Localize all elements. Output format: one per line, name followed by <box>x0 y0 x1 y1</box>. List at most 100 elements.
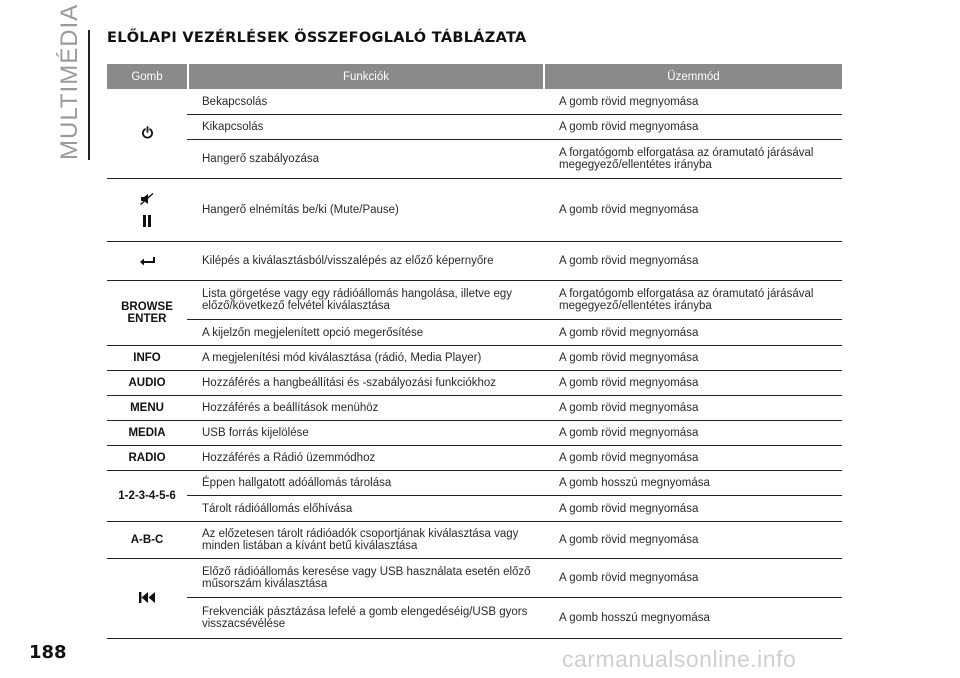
function-cell: Frekvenciák pásztázása lefelé a gomb ele… <box>202 606 528 630</box>
table-row: Hangerő szabályozása A forgatógomb elforg… <box>187 140 842 178</box>
table-group: Hangerő elnémítás be/ki (Mute/Pause) A go… <box>107 179 842 242</box>
function-cell: A kijelzőn megjelenített opció megerősít… <box>202 326 424 339</box>
table-row: Éppen hallgatott adóállomás tárolása A go… <box>187 471 842 496</box>
function-cell: Hangerő elnémítás be/ki (Mute/Pause) <box>202 204 399 216</box>
function-cell: Hozzáférés a beállítások menühöz <box>202 402 379 414</box>
mode-cell: A gomb hosszú megnyomása <box>559 477 710 489</box>
mode-cell: A gomb hosszú megnyomása <box>559 612 710 624</box>
table-row: Frekvenciák pásztázása lefelé a gomb ele… <box>187 598 842 638</box>
mode-cell: A gomb rövid megnyomása <box>559 572 699 584</box>
table-row: A kijelzőn megjelenített opció megerősít… <box>187 320 842 345</box>
group-rows: A megjelenítési mód kiválasztása (rádió,… <box>187 346 842 370</box>
function-cell: Hangerő szabályozása <box>202 153 319 165</box>
mode-cell: A gomb rövid megnyomása <box>559 402 699 414</box>
group-rows: Éppen hallgatott adóállomás tárolása A go… <box>187 471 842 521</box>
table-row: USB forrás kijelölése A gomb rövid megnyo… <box>187 421 842 445</box>
skip-back-icon <box>139 591 155 606</box>
mode-cell: A gomb rövid megnyomása <box>559 534 699 546</box>
table-row: Lista görgetése vagy egy rádióállomás ha… <box>187 281 842 320</box>
section-divider <box>88 30 90 160</box>
button-cell <box>107 242 187 280</box>
group-rows: Kilépés a kiválasztásból/visszalépés az … <box>187 242 842 280</box>
mode-cell: A forgatógomb elforgatása az óramutató j… <box>559 288 814 312</box>
function-cell: Tárolt rádióállomás előhívása <box>202 502 353 515</box>
button-label: MEDIA <box>128 427 166 439</box>
button-label: BROWSE ENTER <box>121 301 173 325</box>
function-cell: Kikapcsolás <box>202 121 264 133</box>
function-cell: USB forrás kijelölése <box>202 427 309 439</box>
mode-cell: A gomb rövid megnyomása <box>559 326 699 339</box>
function-cell: Hozzáférés a Rádió üzemmódhoz <box>202 452 376 464</box>
group-rows: Az előzetesen tárolt rádióadók csoportjá… <box>187 522 842 558</box>
group-rows: Hozzáférés a Rádió üzemmódhoz A gomb rövi… <box>187 446 842 470</box>
table-group: A-B-C Az előzetesen tárolt rádióadók csop… <box>107 522 842 559</box>
mode-cell: A gomb rövid megnyomása <box>559 204 699 216</box>
table-row: Hozzáférés a Rádió üzemmódhoz A gomb rövi… <box>187 446 842 470</box>
function-cell: A megjelenítési mód kiválasztása (rádió,… <box>202 352 482 364</box>
table-row: Hangerő elnémítás be/ki (Mute/Pause) A go… <box>187 179 842 241</box>
table-row: Hozzáférés a hangbeállítási és -szabályo… <box>187 371 842 395</box>
group-rows: Lista görgetése vagy egy rádióállomás ha… <box>187 281 842 345</box>
mode-cell: A forgatógomb elforgatása az óramutató j… <box>559 147 814 171</box>
table-group: AUDIO Hozzáférés a hangbeállítási és -sza… <box>107 371 842 396</box>
table-group: 1-2-3-4-5-6 Éppen hallgatott adóállomás t… <box>107 471 842 522</box>
mode-cell: A gomb rövid megnyomása <box>559 502 699 515</box>
table-row: Bekapcsolás A gomb rövid megnyomása <box>187 89 842 115</box>
group-rows: Hozzáférés a beállítások menühöz A gomb r… <box>187 396 842 420</box>
group-rows: Bekapcsolás A gomb rövid megnyomása Kikapc… <box>187 89 842 178</box>
button-label: AUDIO <box>128 377 166 389</box>
function-cell: Éppen hallgatott adóállomás tárolása <box>202 477 392 489</box>
mode-cell: A gomb rövid megnyomása <box>559 427 699 439</box>
table-row: Hozzáférés a beállítások menühöz A gomb r… <box>187 396 842 420</box>
button-label: A-B-C <box>130 534 164 546</box>
mute-pause-icon <box>140 193 154 227</box>
table-row: Kikapcsolás A gomb rövid megnyomása <box>187 115 842 140</box>
table-row: A megjelenítési mód kiválasztása (rádió,… <box>187 346 842 370</box>
table-header: Gomb Funkciók Üzemmód <box>107 64 842 89</box>
table-group: INFO A megjelenítési mód kiválasztása (rá… <box>107 346 842 371</box>
button-label: MENU <box>130 402 164 414</box>
group-rows: Hangerő elnémítás be/ki (Mute/Pause) A go… <box>187 179 842 241</box>
button-cell <box>107 89 187 178</box>
watermark: carmanualsonline.info <box>562 646 797 672</box>
mode-cell: A gomb rövid megnyomása <box>559 352 699 364</box>
function-cell: Az előzetesen tárolt rádióadók csoportjá… <box>202 528 519 552</box>
table-row: Az előzetesen tárolt rádióadók csoportjá… <box>187 522 842 558</box>
function-cell: Bekapcsolás <box>202 95 268 108</box>
group-rows: USB forrás kijelölése A gomb rövid megnyo… <box>187 421 842 445</box>
function-cell: Előző rádióállomás keresése vagy USB has… <box>202 566 531 590</box>
table-group: RADIO Hozzáférés a Rádió üzemmódhoz A gomb… <box>107 446 842 471</box>
section-label: MULTIMÉDIA <box>56 3 83 160</box>
table-group: MENU Hozzáférés a beállítások menühöz A go… <box>107 396 842 421</box>
page-number: 188 <box>29 642 67 663</box>
table-row: Tárolt rádióállomás előhívása A gomb rövi… <box>187 496 842 521</box>
page-title: ELŐLAPI VEZÉRLÉSEK ÖSSZEFOGLALÓ TÁBLÁZAT… <box>107 30 527 46</box>
table-group: Előző rádióállomás keresése vagy USB has… <box>107 559 842 639</box>
button-label: INFO <box>133 352 161 364</box>
table-row: Kilépés a kiválasztásból/visszalépés az … <box>187 242 842 280</box>
table-group: Bekapcsolás A gomb rövid megnyomása Kikapc… <box>107 89 842 179</box>
group-rows: Hozzáférés a hangbeállítási és -szabályo… <box>187 371 842 395</box>
power-icon <box>141 125 154 142</box>
table-group: MEDIA USB forrás kijelölése A gomb rövid m… <box>107 421 842 446</box>
header-button: Gomb <box>131 70 163 83</box>
mode-cell: A gomb rövid megnyomása <box>559 255 699 267</box>
function-cell: Hozzáférés a hangbeállítási és -szabályo… <box>202 377 497 389</box>
mode-cell: A gomb rövid megnyomása <box>559 377 699 389</box>
function-cell: Lista görgetése vagy egy rádióállomás ha… <box>202 288 513 312</box>
table-row: Előző rádióállomás keresése vagy USB has… <box>187 559 842 598</box>
back-arrow-icon <box>139 254 156 269</box>
button-cell <box>107 559 187 638</box>
button-cell <box>107 179 187 241</box>
header-function: Funkciók <box>342 70 390 83</box>
button-label: RADIO <box>128 452 166 464</box>
function-cell: Kilépés a kiválasztásból/visszalépés az … <box>202 255 494 267</box>
table-group: BROWSE ENTER Lista görgetése vagy egy rád… <box>107 281 842 346</box>
button-label: 1-2-3-4-5-6 <box>118 490 176 502</box>
group-rows: Előző rádióállomás keresése vagy USB has… <box>187 559 842 638</box>
header-mode: Üzemmód <box>667 70 720 83</box>
mode-cell: A gomb rövid megnyomása <box>559 95 699 108</box>
mode-cell: A gomb rövid megnyomása <box>559 121 699 133</box>
table-body: Bekapcsolás A gomb rövid megnyomása Kikapc… <box>107 89 842 639</box>
table-group: Kilépés a kiválasztásból/visszalépés az … <box>107 242 842 281</box>
